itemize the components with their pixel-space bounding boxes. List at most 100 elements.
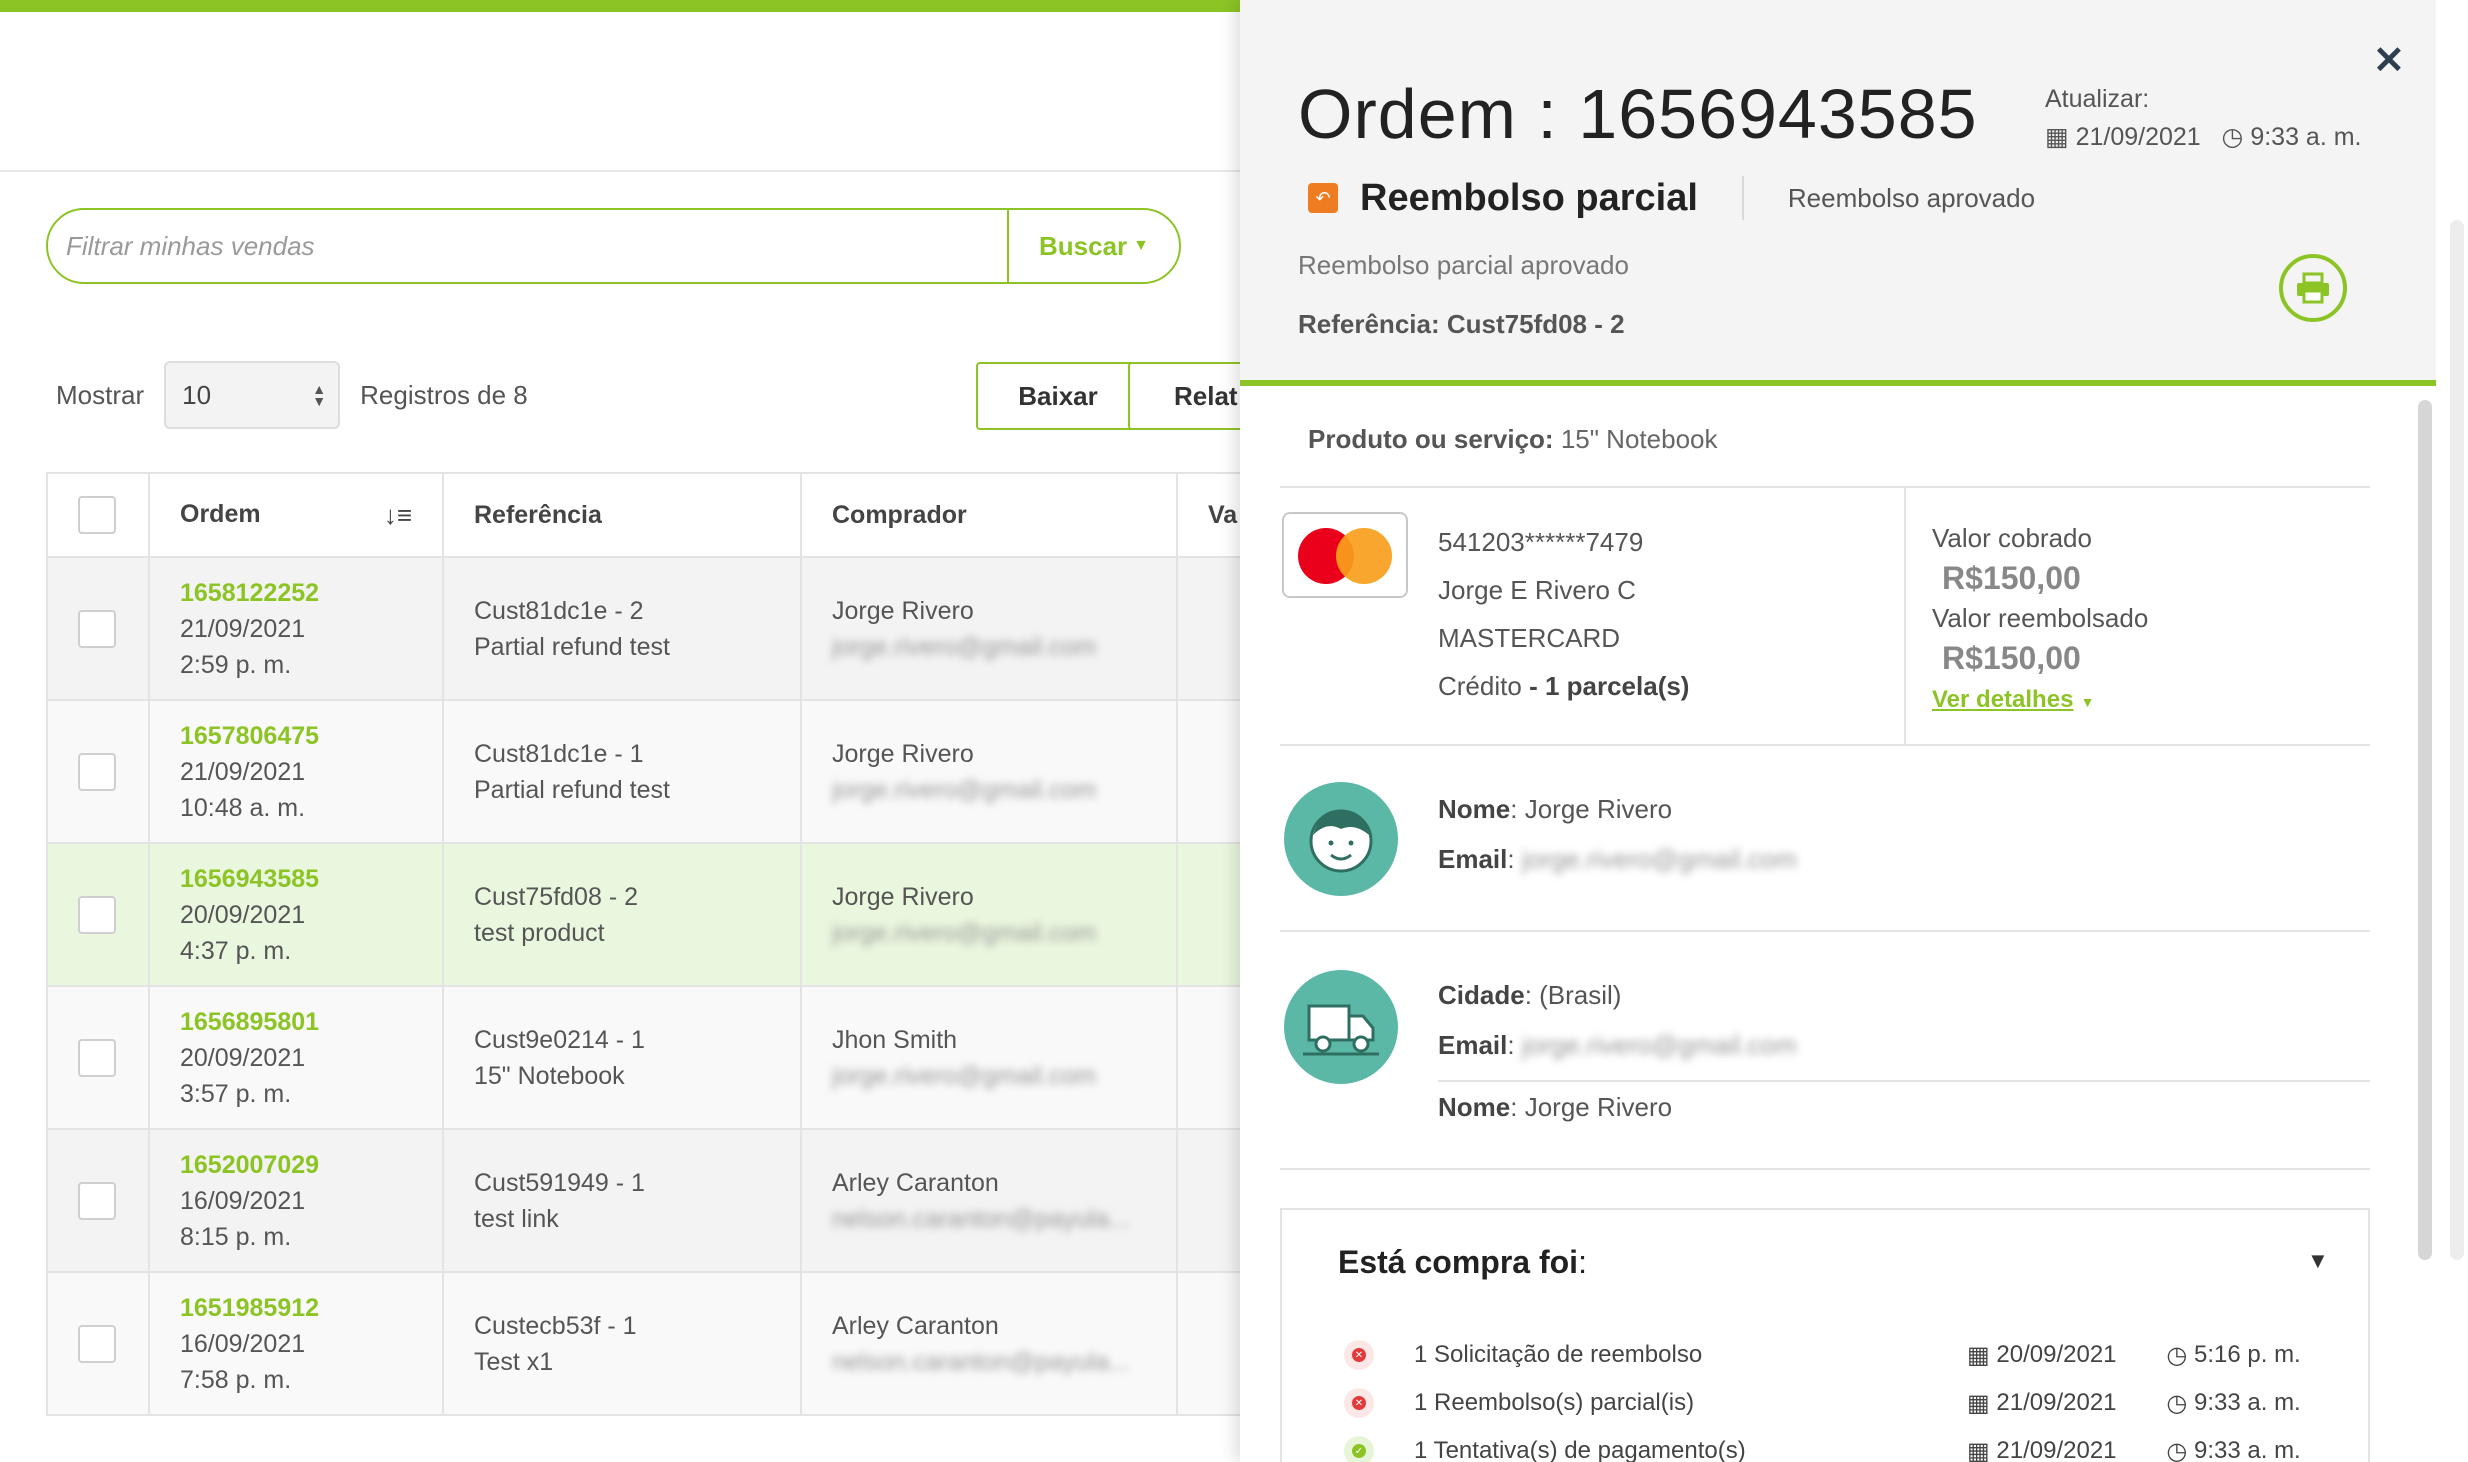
order-detail-panel: ✕ Ordem : 1656943585 Atualizar: ▦ 21/09/… [1240,0,2468,1462]
order-reference: Referência: Cust75fd08 - 2 [1298,309,1625,339]
close-icon[interactable]: ✕ [2373,38,2405,83]
download-button[interactable]: Baixar [976,362,1140,430]
update-time: 9:33 a. m. [2250,123,2362,151]
clock-icon: ◷ [2166,1389,2194,1417]
calendar-icon: ▦ [1967,1341,1997,1369]
buyer-email: nelson.caranton@payula... [832,1347,1130,1376]
row-checkbox[interactable] [78,895,116,934]
sort-icon[interactable]: ↓≡ [384,500,412,531]
search-input[interactable] [48,210,1007,282]
details-link[interactable]: Ver detalhes ▼ [1932,678,2148,722]
history-title[interactable]: Está compra foi: [1338,1244,1587,1281]
buyer-cell: Jhon Smith jorge.rivero@gmail.com [800,985,1178,1130]
order-header-label: Ordem [180,499,261,528]
order-column-header[interactable]: Ordem ↓≡ [148,472,444,558]
content-scrollbar[interactable] [2418,400,2432,1260]
download-button-label: Baixar [1018,380,1098,411]
order-time: 3:57 p. m. [180,1079,292,1108]
reference-desc: test product [474,918,605,947]
city-label: Cidade [1438,980,1525,1010]
chevron-down-icon[interactable]: ▼ [2307,1248,2329,1274]
buyer-email: jorge.rivero@gmail.com [832,1061,1097,1090]
order-link[interactable]: 1656943585 [180,861,442,897]
truck-icon [1284,970,1398,1084]
shipping-name-label: Nome [1438,1092,1511,1122]
table-row[interactable]: 1657806475 21/09/2021 10:48 a. m. Cust81dc… [46,699,1346,844]
order-cell: 1652007029 16/09/2021 8:15 p. m. [148,1128,444,1273]
reference-cell: Custecb53f - 1 Test x1 [442,1271,802,1416]
select-all-checkbox[interactable] [78,496,116,534]
row-checkbox[interactable] [78,1324,116,1363]
table-row[interactable]: 1652007029 16/09/2021 8:15 p. m. Cust59194… [46,1128,1346,1273]
row-checkbox[interactable] [78,752,116,791]
search-button[interactable]: Buscar ▼ [1007,210,1179,282]
buyer-name: Arley Caranton [832,1168,999,1197]
order-link[interactable]: 1651985912 [180,1290,442,1326]
buyer-email-line: Email: jorge.rivero@gmail.com [1438,844,1797,874]
buyer-cell: Jorge Rivero jorge.rivero@gmail.com [800,699,1178,844]
reference-cell: Cust75fd08 - 2 test product [442,842,802,987]
reference-desc: test link [474,1204,559,1233]
event-label: 1 Solicitação de reembolso [1414,1341,1703,1368]
event-time: 5:16 p. m. [2194,1341,2301,1368]
row-checkbox[interactable] [78,1038,116,1077]
installments: - 1 parcela(s) [1529,671,1690,701]
card-brand: MASTERCARD [1438,623,1621,653]
clock-icon: ◷ [2166,1437,2194,1462]
printer-icon [2297,272,2329,304]
page-size-value: 10 [182,379,212,410]
show-label: Mostrar [56,379,145,410]
order-time: 2:59 p. m. [180,650,292,679]
table-row-selected[interactable]: 1656943585 20/09/2021 4:37 p. m. Cust75fd0… [46,842,1346,987]
table-row[interactable]: 1651985912 16/09/2021 7:58 p. m. Custecb53… [46,1271,1346,1416]
charged-value: R$150,00 [1942,560,2081,596]
reference-code: Cust81dc1e - 2 [474,596,644,625]
buyer-cell: Jorge Rivero jorge.rivero@gmail.com [800,556,1178,701]
table-row[interactable]: 1656895801 20/09/2021 3:57 p. m. Cust9e021… [46,985,1346,1130]
buyer-email-label: Email [1438,844,1508,874]
search-bar: Buscar ▼ [46,208,1181,284]
event-time: 9:33 a. m. [2194,1437,2301,1462]
row-checkbox[interactable] [78,609,116,648]
order-link[interactable]: 1657806475 [180,718,442,754]
update-date: 21/09/2021 [2075,123,2201,151]
chevron-down-icon: ▼ [1133,237,1149,254]
order-link[interactable]: 1656895801 [180,1004,442,1040]
row-checkbox[interactable] [78,1181,116,1220]
buyer-name: Jhon Smith [832,1025,958,1054]
reference-code: Cust591949 - 1 [474,1168,645,1197]
event-date: 21/09/2021 [1996,1389,2117,1416]
product-line: Produto ou serviço: 15" Notebook [1308,424,1718,455]
order-link[interactable]: 1652007029 [180,1147,442,1183]
reference-cell: Cust9e0214 - 1 15" Notebook [442,985,802,1130]
reference-column-header: Referência [442,472,802,558]
card-holder: Jorge E Rivero C [1438,575,1636,605]
details-link-label: Ver detalhes [1932,686,2074,713]
page-size-select[interactable]: 10 ▲ ▼ [164,361,341,429]
buyer-cell: Arley Caranton nelson.caranton@payula... [800,1271,1178,1416]
card-type: Crédito [1438,671,1522,701]
report-button[interactable]: Relat [1128,362,1248,430]
order-cell: 1656943585 20/09/2021 4:37 p. m. [148,842,444,987]
table-controls: Mostrar 10 ▲ ▼ Registros de 8 [56,360,528,430]
chevron-down-icon: ▼ [2080,694,2095,710]
history-title-colon: : [1578,1244,1587,1280]
payment-values: Valor cobrado R$150,00 Valor reembolsado… [1932,518,2148,722]
purchase-history: Está compra foi: ▼ ✕ 1 Solicitação de re… [1280,1208,2370,1462]
table-row[interactable]: 1658122252 21/09/2021 2:59 p. m. Cust81dc1… [46,556,1346,701]
print-button[interactable] [2279,254,2347,322]
buyer-column-header: Comprador [800,472,1178,558]
product-value: 15" Notebook [1560,424,1718,454]
panel-scrollbar-track[interactable] [2450,220,2464,1260]
error-icon: ✕ [1344,1340,1374,1370]
buyer-cell: Jorge Rivero jorge.rivero@gmail.com [800,842,1178,987]
divider [1280,744,2370,746]
order-date: 20/09/2021 [180,900,306,929]
reference-code: Custecb53f - 1 [474,1311,637,1340]
order-link[interactable]: 1658122252 [180,575,442,611]
order-time: 8:15 p. m. [180,1222,292,1251]
reference-header-label: Referência [474,500,602,529]
buyer-email: jorge.rivero@gmail.com [832,775,1097,804]
status-subtitle: Reembolso parcial aprovado [1298,250,1629,280]
buyer-header-label: Comprador [832,500,967,529]
